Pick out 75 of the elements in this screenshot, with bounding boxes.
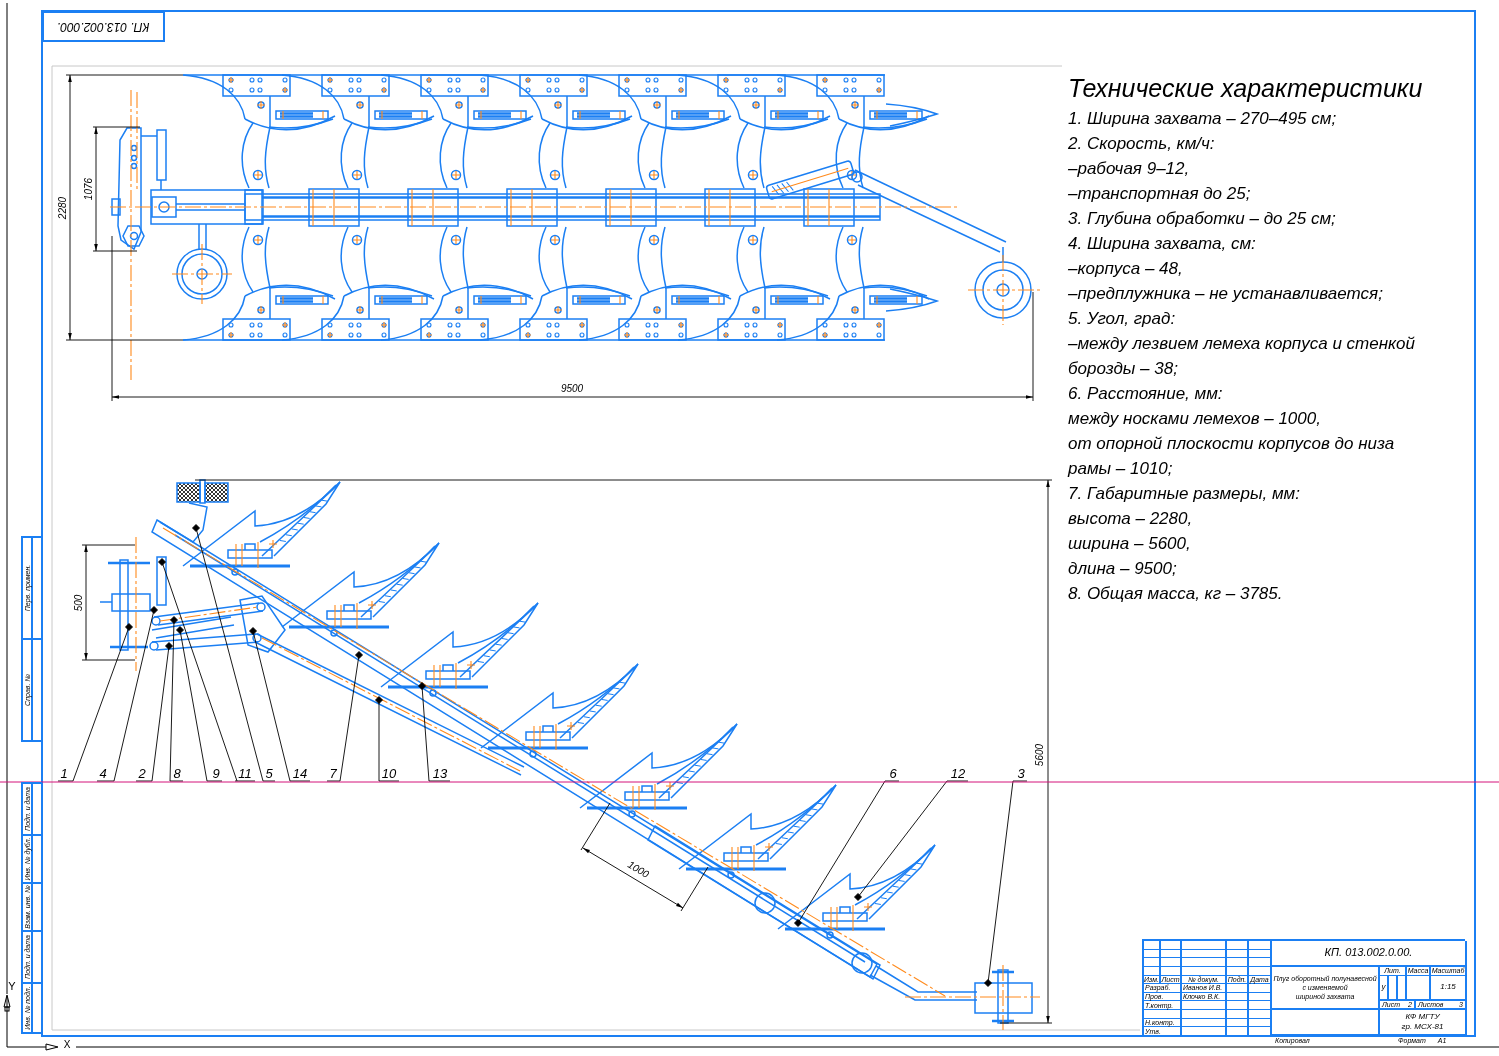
document-number: КП. 013.002.000. xyxy=(57,20,150,33)
blank-cell xyxy=(1227,1010,1249,1019)
organization-name: КФ МГТУ xyxy=(1405,1012,1440,1023)
callout-number: 10 xyxy=(381,766,397,781)
dimension-value: 1076 xyxy=(82,177,94,201)
blank-cell xyxy=(1249,992,1272,1002)
callout-number: 4 xyxy=(99,766,107,781)
callout-number: 9 xyxy=(212,766,220,781)
blank-cell xyxy=(1398,975,1407,1002)
spec-item: –между лезвием лемеха корпуса и стенкой борозды – 38; xyxy=(1068,333,1416,380)
callout-number: 1 xyxy=(60,766,68,781)
spec-item: между носками лемехов – 1000, xyxy=(1068,408,1322,430)
dimension-value: 5600 xyxy=(1033,743,1045,767)
dimension-value: 1000 xyxy=(626,858,651,880)
spec-item: 3. Глубина обработки – до 25 см; xyxy=(1068,208,1337,230)
spec-item: 8. Общая масса, кг – 3785. xyxy=(1068,583,1284,605)
spec-item: –рабочая 9–12, xyxy=(1068,158,1191,180)
callout-number: 8 xyxy=(173,766,181,781)
spec-item: высота – 2280, xyxy=(1068,508,1194,530)
specs-heading: Технические характеристики xyxy=(1068,73,1423,104)
spec-item: от опорной плоскости корпусов до низа рамы – 1010; xyxy=(1068,433,1396,480)
spec-item: ширина – 5600, xyxy=(1068,533,1192,555)
spec-item: 5. Угол, град: xyxy=(1068,308,1177,330)
blank-cell xyxy=(1249,1001,1272,1011)
blank-cell xyxy=(1161,966,1182,976)
blank-cell xyxy=(1161,958,1182,967)
letter-value: у xyxy=(1380,975,1389,1002)
blank-cell xyxy=(1249,958,1272,967)
blank-cell xyxy=(1227,949,1249,959)
spec-item: 6. Расстояние, мм: xyxy=(1068,383,1224,405)
blank-cell xyxy=(1182,1018,1227,1028)
blank-cell xyxy=(1182,1010,1227,1019)
blank-cell xyxy=(1249,966,1272,976)
callout-number: 13 xyxy=(432,766,448,781)
axis-label: X xyxy=(63,1039,71,1050)
group-name: гр. МСХ-81 xyxy=(1401,1022,1444,1033)
x-axis-arrow xyxy=(6,1043,59,1051)
document-number: КП. 013.002.0.00. xyxy=(1272,941,1467,967)
spec-item: –корпуса – 48, xyxy=(1068,258,1184,280)
spec-item: длина – 9500; xyxy=(1068,558,1178,580)
blank-cell xyxy=(1227,992,1249,1002)
callout-number: 14 xyxy=(292,766,308,781)
spec-item: –предплужника – не устанавливается; xyxy=(1068,283,1384,305)
callout-number: 11 xyxy=(238,766,252,781)
blank-cell xyxy=(1182,949,1227,959)
blank-cell xyxy=(1249,1010,1272,1019)
callout-number: 5 xyxy=(265,766,273,781)
blank-cell xyxy=(1227,966,1249,976)
blank-cell xyxy=(1389,975,1398,1002)
scale-value: 1:15 xyxy=(1431,975,1467,1002)
dimension-value: 2280 xyxy=(56,196,68,220)
blank-cell xyxy=(1182,966,1227,976)
dimension-value: 9500 xyxy=(560,382,584,394)
spec-item: –транспортная до 25; xyxy=(1068,183,1252,205)
blank-cell xyxy=(1182,1001,1227,1011)
blank-cell xyxy=(1249,984,1272,993)
blank-cell xyxy=(1227,1018,1249,1028)
callout-number: 2 xyxy=(138,766,146,781)
blank-cell xyxy=(1182,958,1227,967)
blank-cell xyxy=(1249,949,1272,959)
blank-cell xyxy=(1227,984,1249,993)
spec-item: 4. Ширина захвата, см: xyxy=(1068,233,1257,255)
blank-cell xyxy=(1227,1001,1249,1011)
spec-item: 7. Габаритные размеры, мм: xyxy=(1068,483,1301,505)
spec-item: 1. Ширина захвата – 270–495 см; xyxy=(1068,108,1338,130)
axis-label: Y xyxy=(8,980,16,992)
callout-number: 6 xyxy=(889,766,897,781)
dimension-value: 500 xyxy=(72,594,84,612)
callout-number: 7 xyxy=(329,766,337,781)
callout-number: 12 xyxy=(950,766,966,781)
spec-item: 2. Скорость, км/ч: xyxy=(1068,133,1216,155)
blank-cell xyxy=(1249,1018,1272,1028)
callout-number: 3 xyxy=(1017,766,1025,781)
blank-cell xyxy=(1227,958,1249,967)
blank-cell xyxy=(1161,949,1182,959)
